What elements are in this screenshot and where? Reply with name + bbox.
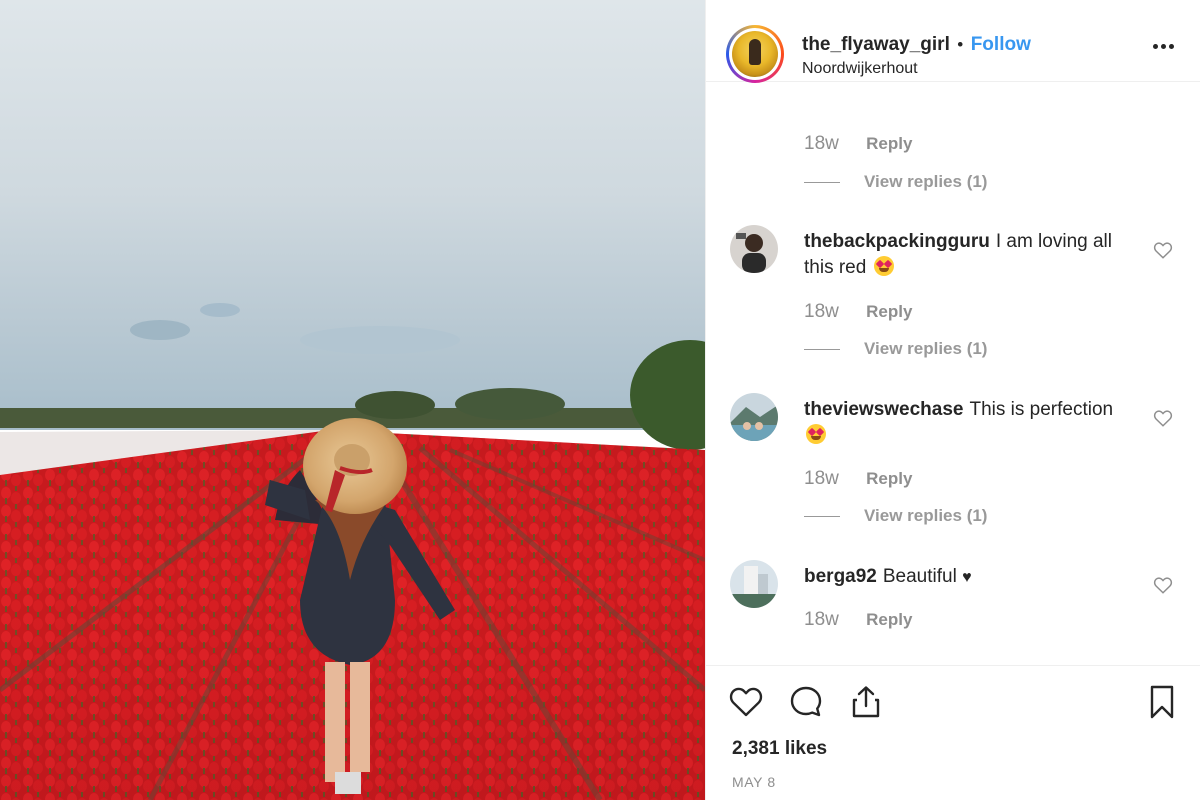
separator-dot: • xyxy=(957,35,964,54)
comment-text: theviewswechase This is perfection xyxy=(804,397,1140,449)
post-author-info: the_flyaway_girl • Follow Noordwijkerhou… xyxy=(802,34,1031,78)
like-comment-icon[interactable] xyxy=(1153,576,1173,594)
view-replies-label: View replies (1) xyxy=(864,506,988,525)
author-username[interactable]: the_flyaway_girl xyxy=(802,34,950,55)
view-replies-button[interactable]: View replies (1) xyxy=(804,339,987,359)
comment-meta: 18w Reply xyxy=(804,609,912,631)
post-actions: 2,381 likes MAY 8 xyxy=(706,665,1200,800)
commenter-username[interactable]: theviewswechase xyxy=(804,399,963,420)
reply-button[interactable]: Reply xyxy=(866,610,912,629)
bookmark-icon[interactable] xyxy=(1144,684,1180,720)
follow-button[interactable]: Follow xyxy=(971,34,1031,55)
commenter-avatar[interactable] xyxy=(730,225,778,273)
comment-meta: 18w Reply xyxy=(804,468,912,490)
heart-eyes-emoji xyxy=(873,256,894,276)
comment-meta: 18w Reply xyxy=(804,133,912,155)
view-replies-button[interactable]: View replies (1) xyxy=(804,506,987,526)
reply-button[interactable]: Reply xyxy=(866,134,912,153)
comment-time: 18w xyxy=(804,468,839,489)
view-replies-button[interactable]: View replies (1) xyxy=(804,172,987,192)
comment-body: This is perfection xyxy=(969,399,1114,420)
comment-body: Beautiful xyxy=(882,566,957,587)
comment-text: thebackpackingguru I am loving all this r… xyxy=(804,229,1140,281)
comment-meta: 18w Reply xyxy=(804,301,912,323)
black-heart: ♥ xyxy=(962,569,972,586)
share-icon[interactable] xyxy=(848,684,884,720)
commenter-avatar[interactable] xyxy=(730,393,778,441)
comment-text: berga92 Beautiful ♥ xyxy=(804,564,1140,591)
like-count[interactable]: 2,381 likes xyxy=(732,738,827,760)
heart-eyes-emoji xyxy=(806,424,826,444)
reply-button[interactable]: Reply xyxy=(866,302,912,321)
replies-line xyxy=(804,182,840,184)
tulip-field-image xyxy=(0,0,705,800)
comment-time: 18w xyxy=(804,301,839,322)
post-header: the_flyaway_girl • Follow Noordwijkerhou… xyxy=(706,0,1200,83)
replies-line xyxy=(804,516,840,518)
like-comment-icon[interactable] xyxy=(1153,241,1173,259)
comments-list[interactable]: 18w Reply View replies (1) thebackpackin… xyxy=(706,83,1200,665)
comment-time: 18w xyxy=(804,133,839,154)
comment-icon[interactable] xyxy=(788,684,824,720)
commenter-avatar[interactable] xyxy=(730,560,778,608)
view-replies-label: View replies (1) xyxy=(864,172,988,191)
post-panel: the_flyaway_girl • Follow Noordwijkerhou… xyxy=(705,0,1200,800)
replies-line xyxy=(804,349,840,351)
more-options-icon[interactable] xyxy=(1153,44,1177,52)
reply-button[interactable]: Reply xyxy=(866,469,912,488)
post-photo[interactable] xyxy=(0,0,705,800)
post-location[interactable]: Noordwijkerhout xyxy=(802,60,1031,78)
commenter-username[interactable]: berga92 xyxy=(804,566,877,587)
like-comment-icon[interactable] xyxy=(1153,409,1173,427)
like-icon[interactable] xyxy=(728,684,764,720)
post-date[interactable]: MAY 8 xyxy=(732,774,776,790)
author-avatar[interactable] xyxy=(726,25,784,83)
comment-time: 18w xyxy=(804,609,839,630)
view-replies-label: View replies (1) xyxy=(864,339,988,358)
commenter-username[interactable]: thebackpackingguru xyxy=(804,231,990,252)
